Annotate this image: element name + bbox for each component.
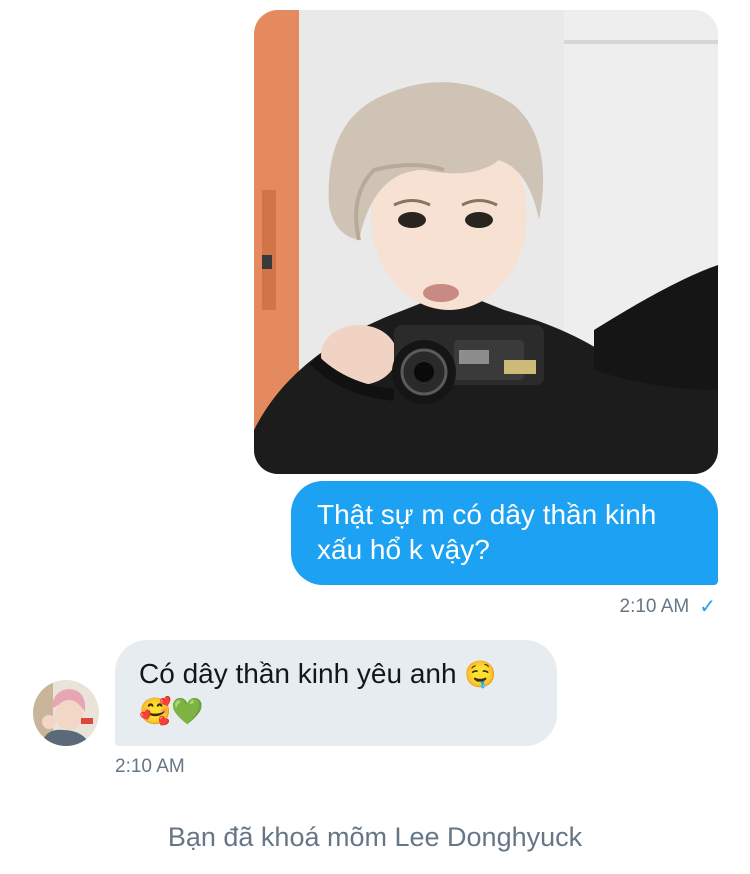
- sent-message-text: Thật sự m có dây thần kinh xấu hổ k vậy?: [317, 499, 657, 565]
- sent-message-bubble[interactable]: Thật sự m có dây thần kinh xấu hổ k vậy?: [291, 481, 718, 585]
- sent-image[interactable]: [254, 10, 718, 474]
- sent-message-meta: 2:10 AM ✓: [620, 594, 716, 619]
- smiling-hearts-green-heart-icons: 🥰💚: [139, 697, 204, 727]
- read-check-icon: ✓: [699, 596, 716, 618]
- camcorder-selfie-image: [254, 10, 718, 474]
- drooling-face-icon: 🤤: [464, 660, 497, 690]
- received-message-bubble[interactable]: Có dây thần kinh yêu anh 🤤 🥰💚: [115, 640, 557, 746]
- avatar-image: [33, 680, 99, 746]
- received-message-time: 2:10 AM: [115, 756, 185, 777]
- avatar[interactable]: [33, 680, 99, 746]
- system-notice: Bạn đã khoá mõm Lee Donghyuck: [167, 822, 583, 852]
- sent-message-time: 2:10 AM: [619, 595, 690, 617]
- received-message-text: Có dây thần kinh yêu anh: [139, 658, 457, 689]
